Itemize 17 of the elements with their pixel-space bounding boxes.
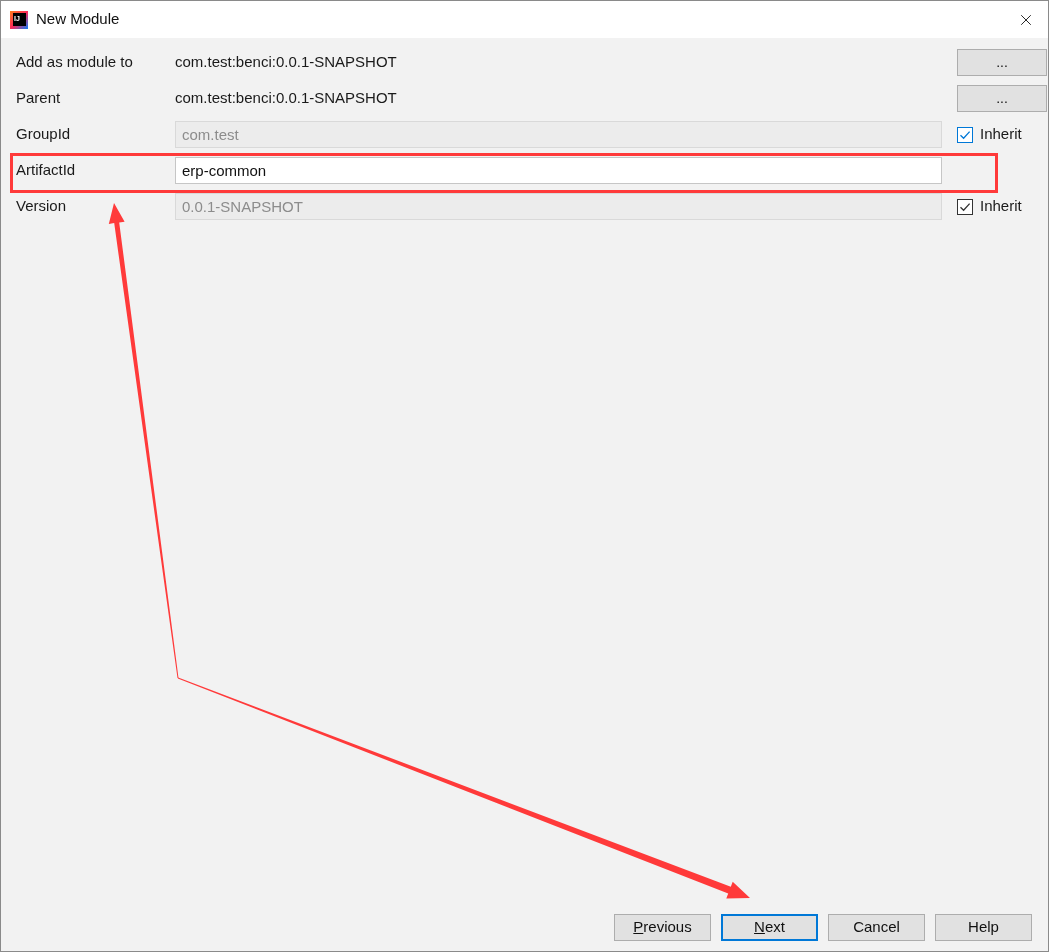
field-label: Version bbox=[16, 196, 68, 217]
field-value: com.test:benci:0.0.1-SNAPSHOT bbox=[175, 52, 397, 73]
dialog-button[interactable]: Help bbox=[935, 914, 1032, 941]
dialog-button[interactable]: Previous bbox=[614, 914, 711, 941]
browse-button[interactable]: ... bbox=[957, 85, 1047, 112]
field-label: Add as module to bbox=[16, 52, 134, 73]
field-label: Parent bbox=[16, 88, 62, 109]
field-value: com.test:benci:0.0.1-SNAPSHOT bbox=[175, 88, 397, 109]
browse-button[interactable]: ... bbox=[957, 49, 1047, 76]
checkbox-label: Inherit bbox=[980, 124, 1022, 145]
text-field[interactable]: erp-common bbox=[175, 157, 942, 184]
field-label: GroupId bbox=[16, 124, 72, 145]
dialog-button[interactable]: Cancel bbox=[828, 914, 925, 941]
dialog-button[interactable]: Next bbox=[721, 914, 818, 941]
window-title: New Module bbox=[36, 9, 120, 30]
checkbox-label: Inherit bbox=[980, 196, 1022, 217]
field-label: ArtifactId bbox=[16, 160, 77, 181]
